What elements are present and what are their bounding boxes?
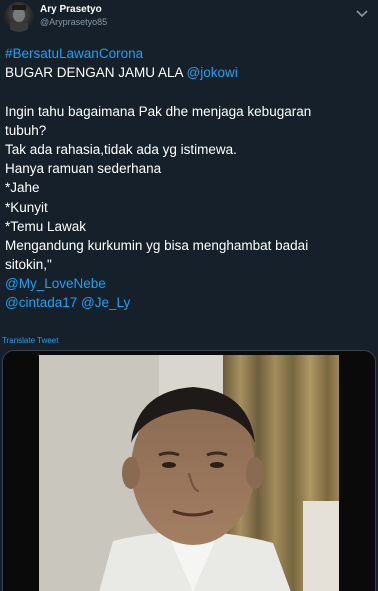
body-line: *Jahe [5,180,40,196]
body-line: tubuh? [5,122,47,138]
body-line: Hanya ramuan sederhana [5,161,162,177]
body-line: *Temu Lawak [5,218,87,234]
hashtag-link[interactable]: #BersatuLawanCorona [5,46,143,61]
translate-tweet-link[interactable]: Translate Tweet [2,336,58,345]
mention-my-lovenebe-link[interactable]: @My_LoveNebe [5,276,106,291]
body-line: Mengandung kurkumin yg bisa menghambat b… [5,237,309,253]
user-handle[interactable]: @Aryprasetyo85 [40,17,107,27]
tweet-text: #BersatuLawanCorona BUGAR DENGAN JAMU AL… [5,44,373,313]
body-line: *Kunyit [5,199,48,215]
display-name[interactable]: Ary Prasetyo [40,4,102,15]
video-thumbnail [3,351,375,591]
body-line: Tak ada rahasia,tidak ada yg istimewa. [5,141,237,157]
body-line: Ingin tahu bagaimana Pak dhe menjaga keb… [5,103,312,119]
chevron-down-icon[interactable] [354,6,370,20]
headline-text: BUGAR DENGAN JAMU ALA [5,65,187,81]
mention-jokowi-link[interactable]: @jokowi [187,65,238,80]
avatar[interactable] [4,2,34,32]
video-media[interactable] [2,350,376,591]
avatar-image [10,5,28,32]
tweet-header: Ary Prasetyo @Aryprasetyo85 [0,0,378,34]
body-line: sitokin," [5,257,52,273]
mention-je-ly-link[interactable]: @Je_Ly [81,295,130,310]
mention-cintada17-link[interactable]: @cintada17 [5,295,77,310]
